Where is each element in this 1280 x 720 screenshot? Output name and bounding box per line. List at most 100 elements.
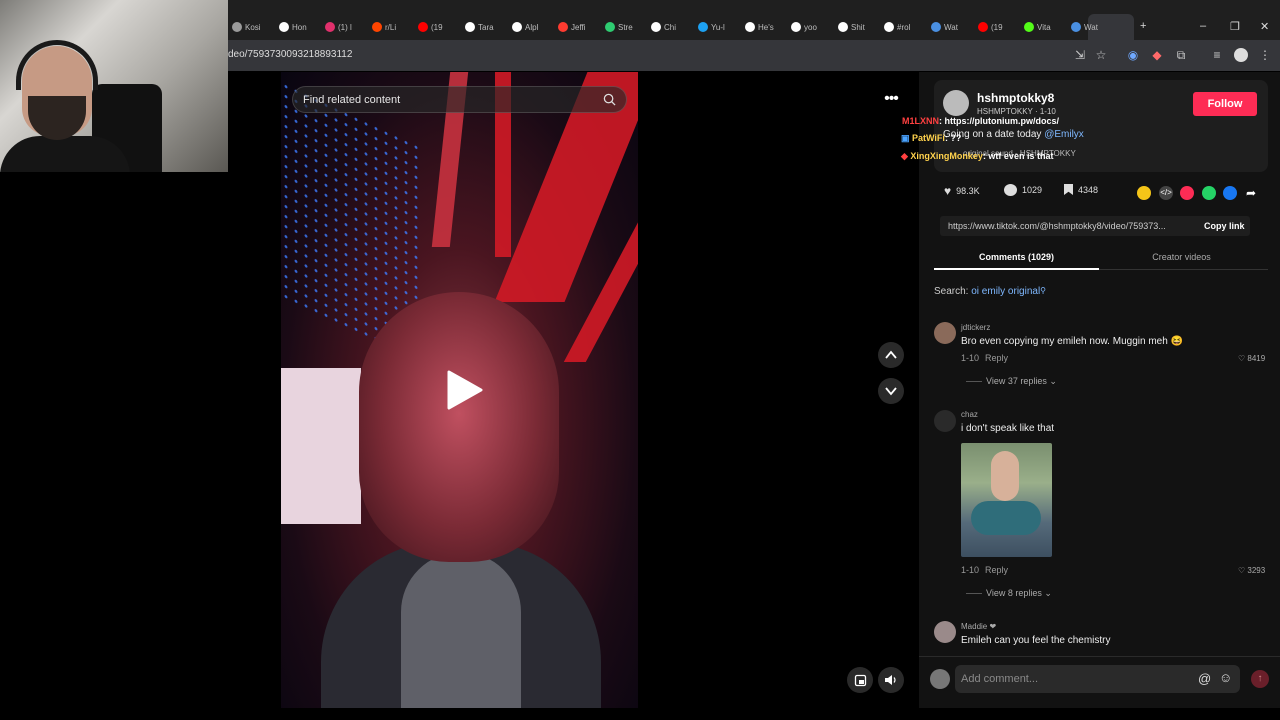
tab-label: Alpl bbox=[525, 22, 539, 32]
tab-label: #rol bbox=[897, 22, 911, 32]
browser-tab[interactable]: #rol bbox=[884, 18, 924, 36]
browser-tab[interactable]: Jeffi bbox=[558, 18, 598, 36]
picture-in-picture-button[interactable] bbox=[847, 667, 873, 693]
browser-tab[interactable]: Shit bbox=[838, 18, 878, 36]
author-avatar[interactable] bbox=[943, 90, 969, 116]
facebook-icon[interactable] bbox=[1223, 186, 1237, 200]
comment-image[interactable] bbox=[961, 443, 1052, 557]
chevron-down-icon: ⌄ bbox=[1044, 588, 1052, 598]
add-comment-placeholder: Add comment... bbox=[961, 673, 1039, 685]
profile-avatar-icon[interactable] bbox=[1234, 48, 1248, 62]
browser-menu-icon[interactable]: ⋮ bbox=[1258, 48, 1272, 62]
tab-label: Kosi bbox=[245, 22, 261, 32]
chat-user: PatWiFi bbox=[912, 133, 945, 143]
browser-tab[interactable]: Hon bbox=[279, 18, 319, 36]
author-name[interactable]: hshmptokky8 bbox=[977, 91, 1054, 105]
browser-tab[interactable]: Wat bbox=[1071, 18, 1111, 36]
view-replies-button[interactable]: View 8 replies ⌄ bbox=[966, 588, 1052, 599]
browser-tab[interactable]: Kosi bbox=[232, 18, 272, 36]
embed-icon[interactable]: </> bbox=[1159, 186, 1173, 200]
chat-badge-icon: ◆ bbox=[901, 151, 911, 161]
comment-username[interactable]: jdtickerz bbox=[961, 323, 990, 332]
tab-favicon-icon bbox=[791, 22, 801, 32]
emoji-icon[interactable]: ☺ bbox=[1219, 670, 1232, 685]
tab-label: Chi bbox=[664, 22, 677, 32]
author-subtitle: HSHMPTOKKY · 1-10 bbox=[977, 107, 1056, 116]
share-arrow-icon[interactable]: ➦ bbox=[1244, 186, 1258, 200]
browser-tab[interactable]: Tara bbox=[465, 18, 505, 36]
tab-label: Wat bbox=[1084, 22, 1098, 32]
close-window-button[interactable]: ✕ bbox=[1260, 20, 1269, 33]
browser-tab[interactable]: (1) l bbox=[325, 18, 365, 36]
find-related-search[interactable]: Find related content bbox=[292, 86, 627, 113]
previous-video-button[interactable] bbox=[878, 342, 904, 368]
search-icon[interactable] bbox=[603, 93, 616, 106]
tab-label: Tara bbox=[478, 22, 494, 32]
browser-tab[interactable]: Wat bbox=[931, 18, 971, 36]
comment-date: 1-10 bbox=[961, 565, 980, 575]
tab-creator-videos[interactable]: Creator videos bbox=[1099, 248, 1264, 270]
send-comment-button[interactable]: ↑ bbox=[1251, 670, 1269, 688]
view-replies-button[interactable]: View 37 replies ⌄ bbox=[966, 376, 1057, 387]
mention-at-icon[interactable]: @ bbox=[1198, 671, 1211, 686]
install-icon[interactable]: ⇲ bbox=[1073, 48, 1087, 62]
chat-message: M1LXNN: https://plutonium.pw/docs/ bbox=[902, 116, 1059, 126]
comment-like[interactable]: ♡ 8419 bbox=[1238, 354, 1265, 363]
whatsapp-icon[interactable] bbox=[1202, 186, 1216, 200]
follow-button[interactable]: Follow bbox=[1193, 92, 1257, 116]
browser-tab[interactable]: Yu-l bbox=[698, 18, 738, 36]
reply-button[interactable]: Reply bbox=[985, 353, 1008, 363]
pip-icon bbox=[854, 674, 866, 686]
tab-favicon-icon bbox=[558, 22, 568, 32]
reply-button[interactable]: Reply bbox=[985, 565, 1008, 575]
send-to-friends-icon[interactable] bbox=[1180, 186, 1194, 200]
comment-avatar[interactable] bbox=[934, 410, 956, 432]
browser-tab[interactable]: (19 bbox=[418, 18, 458, 36]
extensions-puzzle-icon[interactable]: ⧉ bbox=[1174, 48, 1188, 62]
extension-shield-icon[interactable]: ◆ bbox=[1150, 48, 1164, 62]
chat-user: XingXingMonkey bbox=[910, 151, 983, 161]
browser-tab[interactable]: Stre bbox=[605, 18, 645, 36]
search-query[interactable]: oi emily original bbox=[971, 286, 1040, 297]
save-stat[interactable]: 4348 bbox=[1064, 184, 1098, 195]
next-video-button[interactable] bbox=[878, 378, 904, 404]
play-icon[interactable] bbox=[445, 370, 485, 410]
tab-label: Vita bbox=[1037, 22, 1051, 32]
like-count: 98.3K bbox=[956, 186, 980, 196]
comment-username[interactable]: Maddie ❤ bbox=[961, 622, 996, 631]
media-control-icon[interactable]: ≡ bbox=[1210, 48, 1224, 62]
comment-like[interactable]: ♡ 3293 bbox=[1238, 566, 1265, 575]
more-options-button[interactable]: ••• bbox=[878, 86, 904, 112]
browser-tab[interactable]: Vita bbox=[1024, 18, 1064, 36]
comment-search-suggestion[interactable]: Search: oi emily original⚲ bbox=[934, 286, 1046, 297]
view-replies-label: View 8 replies bbox=[986, 588, 1042, 598]
extension-audio-icon[interactable]: ◉ bbox=[1126, 48, 1140, 62]
address-bar[interactable]: deo/7593730093218893112 ⇲ ☆ ◉ ◆ ⧉ ≡ ⋮ bbox=[228, 40, 1280, 71]
minimize-button[interactable]: – bbox=[1200, 20, 1206, 32]
copy-link-button[interactable]: Copy link bbox=[1204, 221, 1245, 231]
restore-button[interactable]: ❐ bbox=[1230, 20, 1240, 33]
comment-username[interactable]: chaz bbox=[961, 410, 978, 419]
browser-tab[interactable]: yoo bbox=[791, 18, 831, 36]
tab-favicon-icon bbox=[325, 22, 335, 32]
coin-icon[interactable] bbox=[1137, 186, 1151, 200]
browser-tab[interactable]: Alpl bbox=[512, 18, 552, 36]
like-stat[interactable]: ♥ 98.3K bbox=[944, 184, 980, 198]
tab-label: Jeffi bbox=[571, 22, 586, 32]
comment-stat[interactable]: 1029 bbox=[1004, 184, 1042, 196]
tab-comments[interactable]: Comments (1029) bbox=[934, 248, 1099, 270]
volume-button[interactable] bbox=[878, 667, 904, 693]
browser-tab[interactable]: (19 bbox=[978, 18, 1018, 36]
search-label: Search: bbox=[934, 286, 969, 297]
browser-tab[interactable]: He's bbox=[745, 18, 785, 36]
browser-tab[interactable]: r/Li bbox=[372, 18, 412, 36]
bookmark-star-icon[interactable]: ☆ bbox=[1094, 48, 1108, 62]
caption-mention[interactable]: @Emilyx bbox=[1044, 129, 1084, 140]
url-text[interactable]: deo/7593730093218893112 bbox=[228, 49, 352, 60]
tab-label: (19 bbox=[991, 22, 1003, 32]
comment-avatar[interactable] bbox=[934, 322, 956, 344]
chat-text: : https://plutonium.pw/docs/ bbox=[939, 116, 1059, 126]
comment-avatar[interactable] bbox=[934, 621, 956, 643]
browser-tab[interactable]: Chi bbox=[651, 18, 691, 36]
new-tab-button[interactable]: + bbox=[1140, 20, 1146, 32]
